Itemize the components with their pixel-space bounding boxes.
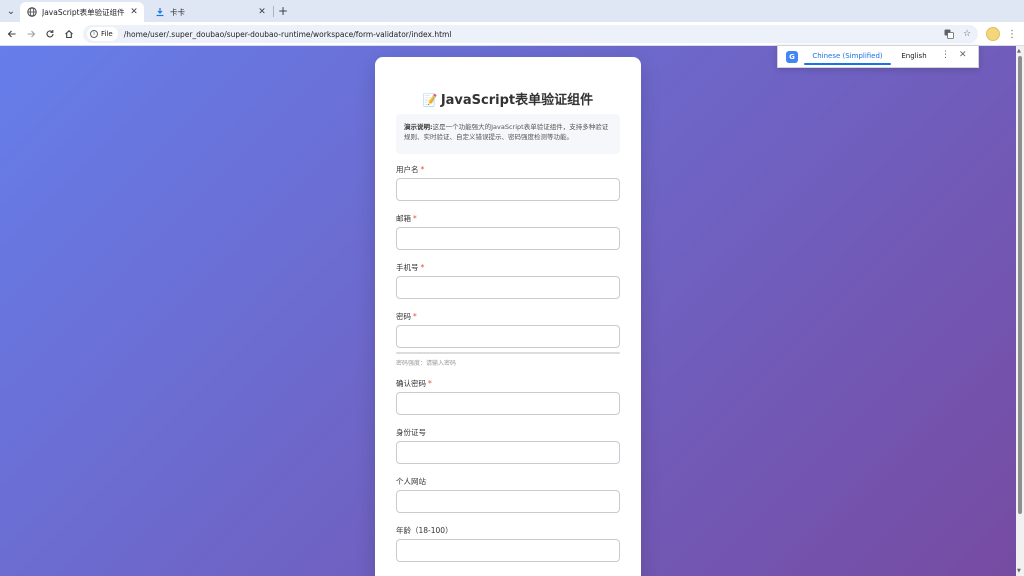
id-number-label: 身份证号	[396, 427, 426, 438]
new-tab-icon[interactable]: +	[276, 3, 290, 19]
label-text: 身份证号	[396, 428, 426, 437]
scroll-up-icon[interactable]: ▲	[1017, 48, 1021, 54]
label-text: 确认密码	[396, 379, 426, 388]
age-input[interactable]	[396, 539, 620, 562]
translate-popup: G Chinese (Simplified) English ⋮ ✕	[777, 45, 979, 68]
page-title: 📝 JavaScript表单验证组件	[375, 89, 641, 108]
id-number-input[interactable]	[396, 441, 620, 464]
reload-icon[interactable]	[42, 26, 58, 42]
close-icon[interactable]: ✕	[959, 50, 967, 60]
site-info-chip[interactable]: i File	[87, 27, 118, 41]
phone-input[interactable]	[396, 276, 620, 299]
password-input[interactable]	[396, 325, 620, 348]
page-viewport: 📝 JavaScript表单验证组件 演示说明:这是一个功能强大的JavaScri…	[0, 46, 1016, 576]
site-chip-label: File	[101, 30, 113, 38]
confirm-password-label: 确认密码 *	[396, 378, 432, 389]
translate-options-icon[interactable]: ⋮	[941, 50, 950, 60]
tab-form-validator[interactable]: JavaScript表单验证组件 ✕	[20, 2, 144, 22]
label-text: 个人网站	[396, 477, 426, 486]
address-bar[interactable]: i File /home/user/.super_doubao/super-do…	[83, 25, 978, 43]
scrollbar-thumb[interactable]	[1018, 56, 1022, 514]
download-icon	[154, 7, 165, 18]
label-text: 年龄（18-100）	[396, 526, 453, 535]
form-card: 📝 JavaScript表单验证组件 演示说明:这是一个功能强大的JavaScri…	[375, 57, 641, 576]
age-label: 年龄（18-100）	[396, 525, 453, 536]
email-input[interactable]	[396, 227, 620, 250]
google-translate-icon: G	[786, 51, 798, 63]
password-strength-bar	[396, 352, 620, 354]
page-title-text: JavaScript表单验证组件	[440, 93, 594, 108]
back-arrow-icon[interactable]	[4, 26, 20, 42]
label-text: 邮箱	[396, 214, 411, 223]
browser-menu-icon[interactable]: ⋮	[1006, 26, 1018, 42]
forward-arrow-icon[interactable]	[23, 26, 39, 42]
tab-strip: ⌄ JavaScript表单验证组件 ✕ 卡卡 ✕ +	[0, 0, 1024, 22]
close-icon[interactable]: ✕	[256, 6, 268, 18]
website-label: 个人网站	[396, 476, 426, 487]
username-label: 用户名 *	[396, 164, 424, 175]
language-option-chinese[interactable]: Chinese (Simplified)	[804, 52, 891, 60]
required-mark: *	[420, 263, 425, 272]
home-icon[interactable]	[61, 26, 77, 42]
info-icon: i	[90, 30, 98, 38]
password-label: 密码 *	[396, 311, 417, 322]
label-text: 密码	[396, 312, 411, 321]
profile-avatar[interactable]	[986, 27, 1000, 41]
label-text: 手机号	[396, 263, 419, 272]
active-language-indicator	[804, 63, 891, 65]
globe-icon	[26, 7, 37, 18]
tab-title: 卡卡	[170, 7, 185, 17]
website-input[interactable]	[396, 490, 620, 513]
email-label: 邮箱 *	[396, 213, 417, 224]
notice-label: 演示说明:	[404, 123, 433, 131]
demo-notice: 演示说明:这是一个功能强大的JavaScript表单验证组件，支持多种验证规则、…	[396, 114, 620, 154]
memo-icon: 📝	[422, 93, 438, 107]
tab-search-icon[interactable]: ⌄	[3, 3, 19, 19]
password-strength-text: 密码强度：请输入密码	[396, 360, 457, 367]
bookmark-star-icon[interactable]: ☆	[960, 26, 974, 42]
tab-divider	[273, 6, 274, 17]
language-option-english[interactable]: English	[900, 52, 928, 60]
scroll-down-icon[interactable]: ▼	[1017, 568, 1021, 574]
tab-title: JavaScript表单验证组件	[42, 7, 125, 17]
confirm-password-input[interactable]	[396, 392, 620, 415]
tab-kaka[interactable]: 卡卡 ✕	[148, 2, 272, 22]
close-icon[interactable]: ✕	[128, 6, 140, 18]
url-text[interactable]: /home/user/.super_doubao/super-doubao-ru…	[124, 30, 452, 39]
browser-toolbar: i File /home/user/.super_doubao/super-do…	[0, 22, 1024, 46]
required-mark: *	[428, 379, 432, 388]
phone-label: 手机号 *	[396, 262, 424, 273]
translate-icon[interactable]	[942, 26, 956, 42]
label-text: 用户名	[396, 165, 419, 174]
required-mark: *	[420, 165, 425, 174]
required-mark: *	[413, 214, 417, 223]
required-mark: *	[413, 312, 417, 321]
notice-text: 这是一个功能强大的JavaScript表单验证组件，支持多种验证规则、实时验证、…	[404, 123, 609, 141]
username-input[interactable]	[396, 178, 620, 201]
page-scrollbar[interactable]: ▲ ▼	[1016, 46, 1024, 576]
